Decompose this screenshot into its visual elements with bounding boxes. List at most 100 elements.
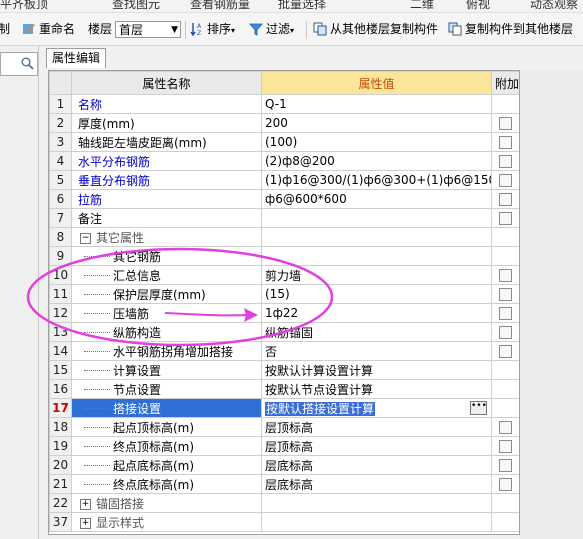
property-name-cell[interactable]: 汇总信息 [71, 265, 262, 285]
extra-checkbox[interactable] [499, 307, 512, 320]
property-name-cell[interactable]: 计算设置 [71, 360, 262, 380]
extra-header[interactable]: 附加 [491, 71, 519, 95]
property-value-cell[interactable]: 剪力墙 [261, 265, 492, 285]
property-value-cell[interactable]: 按默认搭接设置计算 ••• [261, 398, 492, 418]
extra-checkbox[interactable] [499, 269, 512, 282]
property-row[interactable]: 6 拉筋 ф6@600*600 [49, 189, 519, 209]
property-value-header[interactable]: 属性值 [261, 71, 492, 95]
property-name-cell[interactable]: 水平钢筋拐角增加搭接 [71, 341, 262, 361]
property-name-cell[interactable]: 水平分布钢筋 [71, 151, 262, 171]
filter-button[interactable]: 过滤▾ [249, 20, 294, 38]
extra-checkbox[interactable] [499, 459, 512, 472]
property-name-cell[interactable]: 备注 [71, 208, 262, 228]
property-name-cell[interactable]: 起点底标高(m) [71, 455, 262, 475]
property-value-cell[interactable]: 1ф22 [261, 303, 492, 323]
extra-checkbox[interactable] [499, 193, 512, 206]
extra-checkbox[interactable] [499, 440, 512, 453]
extra-checkbox[interactable] [499, 155, 512, 168]
search-input[interactable] [0, 52, 38, 76]
property-row[interactable]: 21 终点底标高(m) 层底标高 [49, 474, 519, 494]
property-name-cell[interactable]: 终点顶标高(m) [71, 436, 262, 456]
property-name-cell[interactable]: 节点设置 [71, 379, 262, 399]
property-row[interactable]: 4 水平分布钢筋 (2)ф8@200 [49, 151, 519, 171]
tab-property-edit[interactable]: 属性编辑 [46, 48, 106, 68]
extra-checkbox[interactable] [499, 478, 512, 491]
property-value-cell[interactable]: 否 [261, 341, 492, 361]
property-name-cell[interactable]: 保护层厚度(mm) [71, 284, 262, 304]
property-name-cell[interactable]: 名称 [71, 94, 262, 114]
property-row[interactable]: 5 垂直分布钢筋 (1)ф16@300/(1)ф6@300+(1)ф6@150 [49, 170, 519, 190]
top-strip-item[interactable]: 平齐板顶 [0, 0, 48, 12]
property-value-cell[interactable]: (100) [261, 132, 492, 152]
copy-from-floor-button[interactable]: 从其他楼层复制构件 [313, 20, 438, 38]
property-name-cell[interactable]: 垂直分布钢筋 [71, 170, 262, 190]
property-row[interactable]: 12 压墙筋 1ф22 [49, 303, 519, 323]
property-name-cell[interactable]: 厚度(mm) [71, 113, 262, 133]
property-value-cell[interactable]: Q-1 [261, 94, 492, 114]
property-row[interactable]: 11 保护层厚度(mm) (15) [49, 284, 519, 304]
copy-button[interactable]: 复制 [0, 20, 10, 38]
top-strip-item[interactable]: 查看钢筋量 [190, 0, 250, 12]
property-value-cell[interactable] [261, 246, 492, 266]
property-row[interactable]: 13 纵筋构造 纵筋锚固 [49, 322, 519, 342]
copy-to-floor-button[interactable]: 复制构件到其他楼层 [448, 20, 573, 38]
property-value-cell[interactable]: 层底标高 [261, 474, 492, 494]
property-row[interactable]: 37 + 显示样式 [49, 512, 519, 532]
property-value-cell[interactable]: 层底标高 [261, 455, 492, 475]
top-strip-item[interactable]: 俯视 [466, 0, 490, 12]
property-name-header[interactable]: 属性名称 [71, 71, 262, 95]
property-name-cell[interactable]: 起点顶标高(m) [71, 417, 262, 437]
top-strip-item[interactable]: 查找图元 [112, 0, 160, 12]
property-name-cell[interactable]: 轴线距左墙皮距离(mm) [71, 132, 262, 152]
property-value-cell[interactable] [261, 208, 492, 228]
search-icon[interactable] [21, 57, 34, 70]
expand-icon[interactable]: + [80, 498, 91, 510]
property-row[interactable]: 8− 其它属性 [49, 227, 519, 247]
expand-icon[interactable]: + [80, 517, 91, 529]
rename-button[interactable]: 重命名 [22, 20, 75, 38]
ellipsis-button[interactable]: ••• [470, 401, 487, 415]
property-value-cell[interactable]: 按默认计算设置计算 [261, 360, 492, 380]
extra-checkbox[interactable] [499, 212, 512, 225]
property-value-cell[interactable] [261, 227, 492, 247]
property-value-cell[interactable]: (15) [261, 284, 492, 304]
extra-checkbox[interactable] [499, 117, 512, 130]
property-row[interactable]: 9 其它钢筋 [49, 246, 519, 266]
property-row[interactable]: 1 名称 Q-1 [49, 94, 519, 114]
property-name-cell[interactable]: 搭接设置 [71, 398, 262, 418]
property-value-cell[interactable]: 200 [261, 113, 492, 133]
property-value-cell[interactable]: ф6@600*600 [261, 189, 492, 209]
property-name-cell[interactable]: 压墙筋 [71, 303, 262, 323]
extra-checkbox[interactable] [499, 136, 512, 149]
top-strip-item[interactable]: 动态观察 [530, 0, 578, 12]
property-row[interactable]: 18 起点顶标高(m) 层顶标高 [49, 417, 519, 437]
property-row[interactable]: 22 + 锚固搭接 [49, 493, 519, 513]
floor-select[interactable]: 首层 ▼ [115, 21, 181, 38]
property-row[interactable]: 15 计算设置 按默认计算设置计算 [49, 360, 519, 380]
sort-button[interactable]: A Z 排序▾ [190, 20, 235, 38]
property-value-cell[interactable]: 纵筋锚固 [261, 322, 492, 342]
property-row[interactable]: 3 轴线距左墙皮距离(mm) (100) [49, 132, 519, 152]
property-name-cell[interactable]: + 锚固搭接 [71, 493, 262, 513]
property-row[interactable]: 19 终点顶标高(m) 层顶标高 [49, 436, 519, 456]
extra-checkbox[interactable] [499, 326, 512, 339]
property-value-cell[interactable]: 层顶标高 [261, 417, 492, 437]
property-row[interactable]: 20 起点底标高(m) 层底标高 [49, 455, 519, 475]
property-row[interactable]: 16 节点设置 按默认节点设置计算 [49, 379, 519, 399]
property-value-cell[interactable]: (2)ф8@200 [261, 151, 492, 171]
extra-checkbox[interactable] [499, 345, 512, 358]
property-row[interactable]: 2 厚度(mm) 200 [49, 113, 519, 133]
property-value-cell[interactable] [261, 512, 492, 532]
property-name-cell[interactable]: 其它钢筋 [71, 246, 262, 266]
property-name-cell[interactable]: 终点底标高(m) [71, 474, 262, 494]
property-row[interactable]: 7 备注 [49, 208, 519, 228]
collapse-icon[interactable]: − [80, 232, 91, 244]
property-value-cell[interactable]: 层顶标高 [261, 436, 492, 456]
property-name-cell[interactable]: 纵筋构造 [71, 322, 262, 342]
extra-checkbox[interactable] [499, 288, 512, 301]
top-strip-item[interactable]: 批量选择 [278, 0, 326, 12]
extra-checkbox[interactable] [499, 174, 512, 187]
property-row[interactable]: 10 汇总信息 剪力墙 [49, 265, 519, 285]
top-strip-item[interactable]: 二维 [410, 0, 434, 12]
property-name-cell[interactable]: − 其它属性 [71, 227, 262, 247]
